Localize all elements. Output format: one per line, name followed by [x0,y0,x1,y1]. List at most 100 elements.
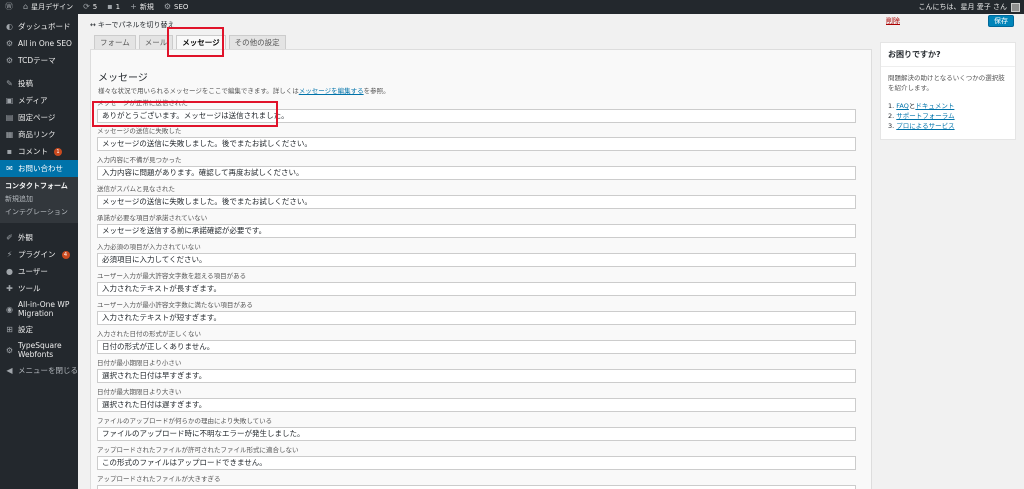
plus-icon: + [130,2,137,11]
sidebar-item-media[interactable]: ▣ メディア [0,92,78,109]
my-account-menu[interactable]: こんにちは、星月 愛子 さん [919,2,1024,12]
sidebar-item-label: メディア [18,96,48,105]
sidebar-item-label: コメント [18,147,48,156]
message-input[interactable]: 選択された日付は遅すぎます。 [97,398,856,412]
desc-text: 様々な状況で用いられるメッセージをここで編集できます。詳しくは [98,87,299,95]
help-box: お困りですか? 問題解決の助けとなるいくつかの選択肢を紹介します。 1. FAQ… [880,42,1016,140]
help-list-item: 3. プロによるサービス [888,121,1008,131]
help-text: 問題解決の助けとなるいくつかの選択肢を紹介します。 [888,74,1005,92]
admin-bar: Ⓦ ⌂ 星月デザイン ⟳ 5 ▪ 1 + 新規 ⚙ SEO こんにちは、星月 愛子 さん [0,0,1024,14]
submenu-contact-forms[interactable]: コンタクトフォーム [0,180,78,193]
sidebar-item-label: メニューを閉じる [18,366,78,375]
message-input[interactable]: 入力内容に問題があります。確認して再度お試しください。 [97,166,856,180]
sidebar-item-pages[interactable]: ▤ 固定ページ [0,109,78,126]
sidebar-item-migration[interactable]: ◉ All-in-One WP Migration [0,297,78,321]
help-body: 問題解決の助けとなるいくつかの選択肢を紹介します。 1. FAQとドキュメント … [881,67,1015,139]
site-name-menu[interactable]: ⌂ 星月デザイン [18,0,78,14]
field-label: 入力された日付の形式が正しくない [97,330,201,338]
sidebar-item-label: プラグイン [18,250,56,259]
docs-link[interactable]: ドキュメント [915,102,954,110]
comment-icon: ▪ [6,147,13,156]
field-label: 送信がスパムと見なされた [97,185,175,193]
message-field: 入力必須の項目が入力されていない必須項目に入力してください。 [97,243,856,267]
wrench-icon: ✚ [6,284,13,293]
message-input[interactable]: 選択された日付は早すぎます。 [97,369,856,383]
sidebar-collapse-menu[interactable]: ◀ メニューを閉じる [0,362,78,379]
sidebar-item-label: 固定ページ [18,113,56,122]
sidebar-item-comments[interactable]: ▪ コメント 1 [0,143,78,160]
sidebar-item-label: 投稿 [18,79,33,88]
sidebar-item-typesquare[interactable]: ⚙ TypeSquare Webfonts [0,338,78,362]
field-label: 日付が最大期限日より大きい [97,388,182,396]
site-name: 星月デザイン [31,3,74,11]
sidebar-item-tools[interactable]: ✚ ツール [0,280,78,297]
sidebar-item-label: 設定 [18,325,33,334]
message-input[interactable]: メッセージの送信に失敗しました。後でまたお試しください。 [97,195,856,209]
sidebar-item-tcd-theme[interactable]: ⚙ TCDテーマ [0,52,78,69]
wp-logo-menu[interactable]: Ⓦ [0,0,18,14]
sidebar-item-settings[interactable]: ⊞ 設定 [0,321,78,338]
field-label: 入力内容に不備が見つかった [97,156,182,164]
submenu-integration[interactable]: インテグレーション [0,206,78,219]
message-input[interactable]: 日付の形式が正しくありません。 [97,340,856,354]
sidebar-item-label: TypeSquare Webfonts [18,341,62,359]
message-input[interactable]: メッセージを送信する前に承諾確認が必要です。 [97,224,856,238]
message-input[interactable] [97,485,856,489]
sidebar-item-product-links[interactable]: ▦ 商品リンク [0,126,78,143]
support-forum-link[interactable]: サポートフォーラム [896,112,954,120]
list-number: 3. [888,122,895,130]
delete-link[interactable]: 削除 [886,16,900,26]
seo-label: SEO [174,3,189,11]
message-field: メッセージの送信に失敗した メッセージの送信に失敗しました。後でまたお試しください… [97,127,856,151]
wordpress-icon: Ⓦ [5,2,13,11]
updates-menu[interactable]: ⟳ 5 [78,0,102,14]
message-input[interactable]: 入力されたテキストが長すぎます。 [97,282,856,296]
message-input[interactable]: この形式のファイルはアップロードできません。 [97,456,856,470]
message-input[interactable]: メッセージの送信に失敗しました。後でまたお試しください。 [97,137,856,151]
message-field: 日付が最小期限日より小さい 選択された日付は早すぎます。 [97,359,856,383]
sidebar-item-contact[interactable]: ✉ お問い合わせ [0,160,78,177]
greeting: こんにちは、星月 愛子 さん [918,3,1007,11]
sidebar-item-label: ツール [18,284,41,293]
page-icon: ▤ [5,113,14,122]
sidebar-item-label: TCDテーマ [18,56,56,65]
message-input[interactable]: 必須項目に入力してください。 [97,253,856,267]
sidebar-item-label: ダッシュボード [18,22,71,31]
pro-services-link[interactable]: プロによるサービス [896,122,954,130]
sidebar-item-posts[interactable]: ✎ 投稿 [0,75,78,92]
link-icon: ▦ [5,130,14,139]
new-label: 新規 [139,3,154,11]
avatar [1011,2,1020,12]
media-icon: ▣ [5,96,14,105]
message-field: ファイルのアップロードが何らかの理由により失敗している ファイルのアップロード時に… [97,417,856,441]
sidebar-item-label: お問い合わせ [18,164,63,173]
sidebar-item-appearance[interactable]: ✐ 外観 [0,229,78,246]
gear-icon: ⚙ [5,56,14,65]
message-field: ユーザー入力が最小許容文字数に満たない項目がある 入力されたテキストが短すぎます。 [97,301,856,325]
arrows-icon: ↔ [90,21,96,29]
sidebar-item-aioseo[interactable]: ⚙ All in One SEO [0,35,78,52]
mail-icon: ✉ [6,164,13,173]
tab-additional-settings[interactable]: その他の設定 [228,35,286,49]
contact-submenu: コンタクトフォーム 新規追加 インテグレーション [0,177,78,223]
save-button[interactable]: 保存 [988,15,1014,27]
sidebar-item-dashboard[interactable]: ◐ ダッシュボード [0,18,78,35]
tab-form[interactable]: フォーム [94,35,136,49]
keyboard-panel-toggle[interactable]: ↔ キーでパネルを切り替え [90,20,174,30]
help-list-item: 2. サポートフォーラム [888,111,1008,121]
message-field: 入力内容に不備が見つかった入力内容に問題があります。確認して再度お試しください。 [97,156,856,180]
plugins-badge: 4 [61,250,70,259]
faq-link[interactable]: FAQ [896,102,909,110]
pin-icon: ✎ [6,79,13,88]
seo-menu[interactable]: ⚙ SEO [159,0,194,14]
message-input[interactable]: ファイルのアップロード時に不明なエラーが発生しました。 [97,427,856,441]
message-input[interactable]: 入力されたテキストが短すぎます。 [97,311,856,325]
comments-menu[interactable]: ▪ 1 [102,0,125,14]
sidebar-item-plugins[interactable]: ⚡ プラグイン 4 [0,246,78,263]
sidebar-item-users[interactable]: ● ユーザー [0,263,78,280]
home-icon: ⌂ [23,2,29,11]
field-label: 入力必須の項目が入力されていない [97,243,201,251]
submenu-add-new[interactable]: 新規追加 [0,193,78,206]
new-content-menu[interactable]: + 新規 [125,0,159,14]
edit-messages-link[interactable]: メッセージを編集する [299,87,364,95]
